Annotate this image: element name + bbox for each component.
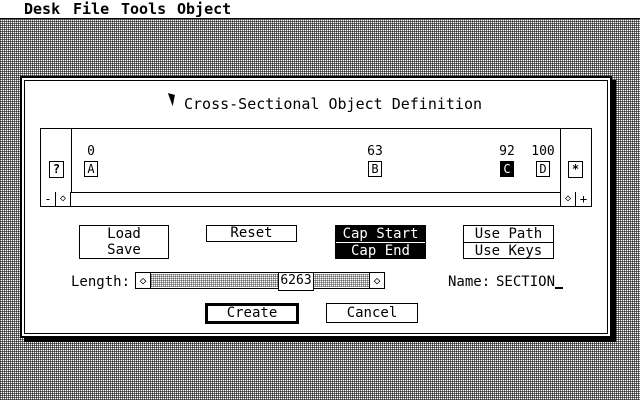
dialog-inner-border [24, 80, 608, 334]
length-increase-arrow-icon[interactable]: ◇ [369, 273, 384, 288]
track-left-divider [71, 129, 72, 192]
scroll-left-arrow-icon[interactable]: ◇ [55, 192, 71, 207]
length-slider[interactable]: ◇ 6263 ◇ [135, 272, 385, 291]
menu-file[interactable]: File [73, 0, 109, 19]
length-slider-track[interactable] [151, 274, 369, 287]
dialog-title: Cross-Sectional Object Definition [184, 95, 483, 113]
zoom-in-button[interactable]: + [575, 192, 591, 207]
name-input[interactable]: SECTION [496, 273, 564, 291]
name-label: Name: [448, 274, 491, 290]
cap-button-group: Cap Start Cap End [335, 225, 426, 259]
star-button[interactable]: * [568, 161, 583, 178]
keyframe-track[interactable]: ? * 0 A 63 B 92 C 100 D - ◇ ◇ + [40, 128, 592, 207]
key-a[interactable]: A [84, 161, 98, 177]
key-c-number: 92 [499, 144, 515, 159]
help-button[interactable]: ? [49, 161, 64, 178]
length-label: Length: [71, 274, 131, 290]
name-input-value: SECTION [496, 274, 556, 290]
cap-start-button[interactable]: Cap Start [336, 226, 425, 243]
use-keys-button[interactable]: Use Keys [464, 243, 553, 259]
save-button[interactable]: Save [80, 242, 168, 258]
path-keys-button-group: Use Path Use Keys [463, 225, 554, 259]
key-b-number: 63 [367, 144, 383, 159]
key-b[interactable]: B [368, 161, 382, 177]
use-path-button[interactable]: Use Path [464, 226, 553, 243]
key-d-number: 100 [531, 144, 555, 159]
key-c[interactable]: C [500, 161, 514, 177]
reset-button[interactable]: Reset [206, 225, 297, 242]
cancel-button[interactable]: Cancel [326, 303, 418, 323]
scroll-right-arrow-icon[interactable]: ◇ [560, 192, 576, 207]
menu-object[interactable]: Object [177, 0, 231, 19]
key-d[interactable]: D [536, 161, 550, 177]
track-right-divider [560, 129, 561, 192]
create-button[interactable]: Create [205, 303, 299, 324]
menu-desk[interactable]: Desk [24, 0, 60, 19]
length-decrease-arrow-icon[interactable]: ◇ [136, 273, 151, 288]
menu-bar: Desk File Tools Object [0, 0, 640, 19]
text-cursor [555, 273, 564, 289]
length-slider-thumb[interactable]: 6263 [278, 272, 314, 291]
load-save-button-group: Load Save [79, 225, 169, 259]
cap-end-button[interactable]: Cap End [336, 243, 425, 259]
zoom-out-button[interactable]: - [41, 192, 56, 207]
track-bottom-divider [41, 192, 591, 193]
menu-tools[interactable]: Tools [121, 0, 166, 19]
load-button[interactable]: Load [80, 226, 168, 242]
key-a-number: 0 [87, 144, 95, 159]
